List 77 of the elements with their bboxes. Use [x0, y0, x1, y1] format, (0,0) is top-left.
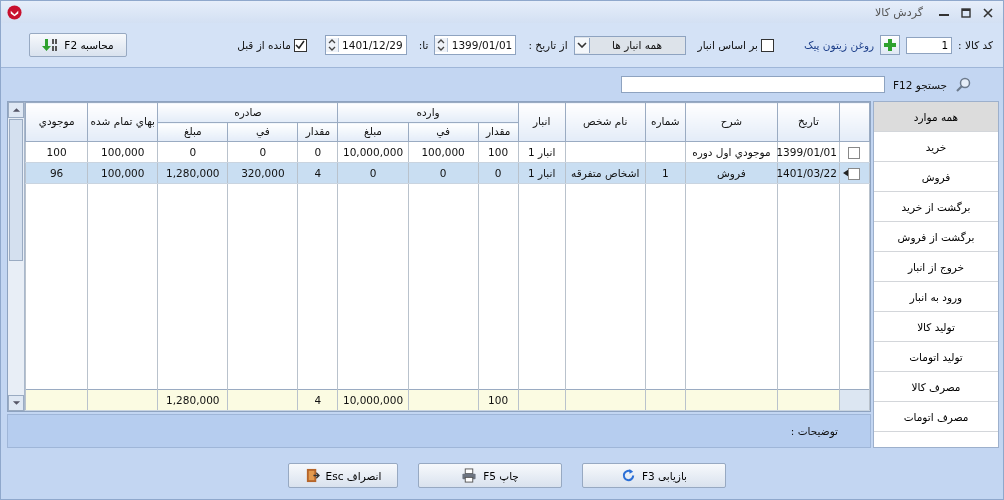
add-button[interactable]: [880, 35, 901, 55]
table-cell: 1: [661, 167, 669, 179]
table-cell: 100,000: [101, 167, 145, 179]
table-cell: 100,000: [421, 146, 465, 158]
table-cell: اشخاص متفرقه: [571, 167, 640, 179]
table-cell: موجودي اول دوره: [692, 146, 771, 158]
table-cell: 0: [369, 167, 377, 179]
check-icon: [295, 40, 306, 50]
table-cell: 96: [49, 167, 64, 179]
table-cell: 100: [46, 146, 67, 158]
scrollbar[interactable]: [8, 102, 25, 411]
table-cell: فروش: [717, 167, 746, 179]
search-icon: [955, 76, 971, 93]
printer-icon: [461, 468, 478, 483]
to-date-field[interactable]: 1401/12/29: [324, 35, 407, 55]
close-icon: [983, 8, 993, 18]
item-name: روغن زیتون پیک: [804, 39, 875, 51]
window-title: گردش کالا: [875, 5, 923, 19]
table-cell: 1399/01/01: [776, 146, 837, 158]
table-cell: 0: [494, 167, 502, 179]
table-cell: 1401/03/22: [776, 167, 837, 179]
total-cell: 1,280,000: [166, 394, 220, 406]
table-cell: 320,000: [241, 167, 285, 179]
by-warehouse-checkbox[interactable]: بر اساس انبار: [697, 38, 774, 52]
to-date-label: تا:: [418, 39, 429, 51]
table-cell: 100,000: [101, 146, 145, 158]
table-cell: 0: [189, 146, 197, 158]
table-cell: 0: [314, 146, 322, 158]
action-button[interactable]: بازیابی F3: [582, 463, 726, 488]
table-cell: انبار 1: [528, 146, 556, 158]
download-arrow-icon: [42, 37, 59, 53]
maximize-icon: [961, 8, 971, 18]
search-label: جستجو F12: [893, 78, 947, 91]
column-group-header: وارده: [337, 102, 519, 123]
column-header[interactable]: بهاي تمام شده: [87, 102, 158, 142]
item-code-field[interactable]: 1: [906, 36, 953, 54]
from-date-label: از تاریخ :: [528, 39, 568, 51]
filter-item[interactable]: همه موارد: [874, 102, 998, 132]
warehouse-dropdown[interactable]: همه انبار ها: [573, 35, 686, 55]
action-button[interactable]: چاپ F5: [418, 463, 562, 488]
column-header[interactable]: تاریخ: [777, 102, 840, 142]
minimize-icon: [939, 14, 949, 16]
table-cell: 4: [314, 167, 322, 179]
search-field[interactable]: [621, 76, 885, 93]
notes-label: توضیحات :: [790, 425, 838, 437]
scroll-down-icon[interactable]: [11, 400, 21, 406]
total-cell: 100: [488, 394, 509, 406]
column-header[interactable]: موجودي: [25, 102, 88, 142]
table-cell: 100: [488, 146, 509, 158]
app-logo-icon: [7, 4, 22, 20]
table-cell: 1,280,000: [166, 167, 220, 179]
row-checkbox[interactable]: [848, 167, 861, 180]
table-cell: انبار 1: [528, 167, 556, 179]
total-cell: 10,000,000: [342, 394, 404, 406]
door-exit-icon: [304, 468, 320, 483]
column-header[interactable]: انبار: [518, 102, 566, 142]
column-header[interactable]: شماره: [645, 102, 686, 142]
row-pointer-icon: [842, 169, 848, 177]
row-checkbox[interactable]: [848, 146, 861, 159]
table-cell: 0: [259, 146, 267, 158]
from-date-field[interactable]: 1399/01/01: [434, 35, 517, 55]
carry-over-checkbox[interactable]: مانده از قبل: [237, 38, 307, 52]
chevron-down-icon: [576, 42, 587, 48]
column-group-header: صادره: [157, 102, 338, 123]
column-header[interactable]: نام شخص: [565, 102, 646, 142]
item-code-label: کد کالا :: [958, 39, 993, 51]
calculate-button[interactable]: محاسبه F2: [29, 33, 127, 57]
spinner-icon[interactable]: [325, 38, 339, 52]
column-header[interactable]: شرح: [685, 102, 778, 142]
scroll-up-icon[interactable]: [11, 107, 21, 113]
refresh-icon: [620, 468, 636, 483]
table-cell: 10,000,000: [342, 146, 404, 158]
table-cell: 0: [439, 167, 447, 179]
spinner-icon[interactable]: [435, 38, 449, 52]
total-cell: 4: [314, 394, 322, 406]
action-button[interactable]: انصراف Esc: [288, 463, 398, 488]
plus-icon: [883, 38, 898, 52]
